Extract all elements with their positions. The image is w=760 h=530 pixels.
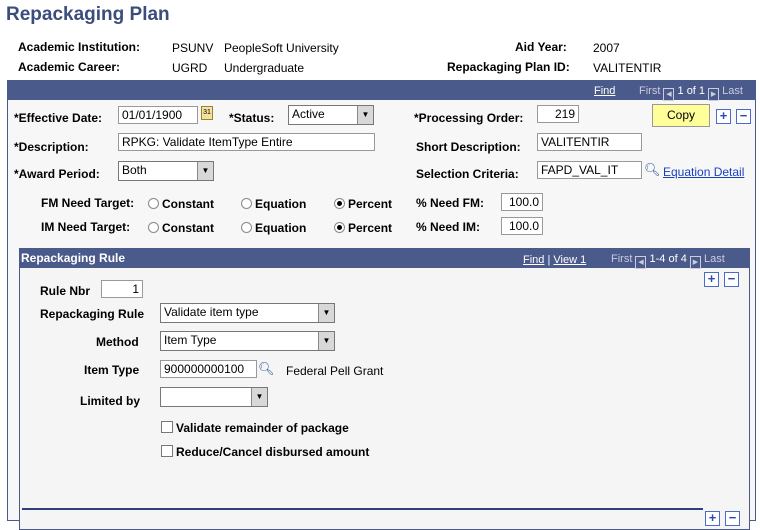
next-icon[interactable]: ▶ bbox=[689, 256, 701, 269]
career-label: Academic Career: bbox=[18, 60, 121, 74]
first-label: First bbox=[639, 85, 661, 97]
career-code: UGRD bbox=[172, 61, 208, 75]
pct-fm-label: % Need FM: bbox=[416, 196, 485, 210]
rule-section-title: Repackaging Rule bbox=[21, 251, 126, 265]
sel-criteria-label: Selection Criteria: bbox=[416, 167, 519, 181]
item-type-label: Item Type bbox=[84, 363, 140, 377]
inst-name: PeopleSoft University bbox=[224, 41, 339, 55]
chevron-down-icon: ▼ bbox=[197, 162, 213, 180]
method-select[interactable]: Item Type ▼ bbox=[160, 331, 335, 351]
im-need-label: IM Need Target: bbox=[41, 220, 131, 234]
limited-by-label: Limited by bbox=[80, 394, 141, 408]
item-type-desc: Federal Pell Grant bbox=[286, 364, 384, 378]
award-value: Both bbox=[122, 163, 147, 177]
nav-first[interactable]: First ◀ 1 of 1 ▶ Last bbox=[639, 85, 743, 101]
find-link[interactable]: Find bbox=[594, 85, 615, 97]
pct-im-label: % Need IM: bbox=[416, 220, 481, 234]
rule-select[interactable]: Validate item type ▼ bbox=[160, 303, 335, 323]
short-desc-label: Short Description: bbox=[416, 140, 521, 154]
plan-id-label: Repackaging Plan ID: bbox=[447, 60, 570, 74]
chevron-down-icon: ▼ bbox=[318, 304, 334, 322]
page-title: Repackaging Plan bbox=[6, 4, 170, 25]
eff-date-label: *Effective Date: bbox=[14, 111, 103, 125]
award-period-label: *Award Period: bbox=[14, 167, 100, 181]
add-row-icon[interactable]: + bbox=[716, 109, 731, 124]
method-label: Method bbox=[96, 335, 139, 349]
rule-value: Validate item type bbox=[164, 305, 259, 319]
chevron-down-icon: ▼ bbox=[357, 106, 373, 124]
rule-row-count: 1-4 of 4 bbox=[649, 253, 687, 265]
plan-id: VALITENTIR bbox=[593, 61, 662, 75]
validate-remainder-checkbox[interactable] bbox=[161, 421, 173, 433]
chevron-down-icon: ▼ bbox=[251, 388, 267, 406]
inst-label: Academic Institution: bbox=[18, 40, 141, 54]
fm-percent-radio[interactable]: Percent bbox=[334, 197, 392, 211]
calendar-icon[interactable]: 31 bbox=[201, 106, 213, 120]
delete-row-icon[interactable]: − bbox=[736, 109, 751, 124]
add-rule-icon[interactable]: + bbox=[704, 272, 719, 287]
pct-im-input[interactable]: 100.0 bbox=[501, 217, 543, 235]
copy-button[interactable]: Copy bbox=[652, 104, 710, 127]
proc-order-input[interactable]: 219 bbox=[537, 105, 579, 123]
add-row-icon[interactable]: + bbox=[705, 511, 720, 526]
divider bbox=[22, 508, 703, 510]
rule-find-link[interactable]: Find bbox=[523, 254, 544, 266]
fm-constant-radio[interactable]: Constant bbox=[148, 197, 214, 211]
next-icon[interactable]: ▶ bbox=[708, 88, 720, 101]
status-value: Active bbox=[292, 107, 325, 121]
im-constant-radio[interactable]: Constant bbox=[148, 221, 214, 235]
rule-nbr-label: Rule Nbr bbox=[40, 284, 91, 298]
last-label: Last bbox=[722, 85, 743, 97]
status-select[interactable]: Active ▼ bbox=[288, 105, 374, 125]
inst-code: PSUNV bbox=[172, 41, 214, 55]
validate-remainder-label: Validate remainder of package bbox=[176, 421, 349, 435]
plan-nav-bar: Find First ◀ 1 of 1 ▶ Last bbox=[7, 80, 756, 101]
award-period-select[interactable]: Both ▼ bbox=[118, 161, 214, 181]
reduce-cancel-checkbox[interactable] bbox=[161, 445, 173, 457]
sel-criteria-input[interactable]: FAPD_VAL_IT bbox=[537, 161, 642, 179]
delete-row-icon[interactable]: − bbox=[725, 511, 740, 526]
career-name: Undergraduate bbox=[224, 61, 305, 75]
status-label: *Status: bbox=[229, 111, 275, 125]
limited-by-select[interactable]: ▼ bbox=[160, 387, 268, 407]
im-percent-radio[interactable]: Percent bbox=[334, 221, 392, 235]
delete-rule-icon[interactable]: − bbox=[724, 272, 739, 287]
reduce-cancel-label: Reduce/Cancel disbursed amount bbox=[176, 445, 370, 459]
aid-year-label: Aid Year: bbox=[515, 40, 567, 54]
fm-need-label: FM Need Target: bbox=[41, 196, 135, 210]
proc-order-label: *Processing Order: bbox=[414, 111, 524, 125]
desc-input[interactable]: RPKG: Validate ItemType Entire bbox=[118, 133, 375, 151]
desc-label: *Description: bbox=[14, 140, 89, 154]
rule-nbr-input[interactable]: 1 bbox=[101, 280, 143, 298]
rule-last[interactable]: Last bbox=[704, 253, 725, 265]
prev-icon[interactable]: ◀ bbox=[663, 88, 675, 101]
fm-equation-radio[interactable]: Equation bbox=[241, 197, 306, 211]
prev-icon[interactable]: ◀ bbox=[635, 256, 647, 269]
equation-detail-link[interactable]: Equation Detail bbox=[663, 165, 744, 179]
rule-first[interactable]: First bbox=[611, 253, 632, 265]
view-link[interactable]: View 1 bbox=[553, 254, 586, 266]
eff-date-input[interactable]: 01/01/1900 bbox=[118, 106, 198, 124]
aid-year: 2007 bbox=[593, 41, 620, 55]
pct-fm-input[interactable]: 100.0 bbox=[501, 193, 543, 211]
search-icon[interactable]: 🔍︎ bbox=[644, 162, 661, 178]
chevron-down-icon: ▼ bbox=[318, 332, 334, 350]
rule-label: Repackaging Rule bbox=[40, 307, 145, 321]
rule-nav-bar: Repackaging Rule Find | View 1 First ◀ 1… bbox=[19, 248, 750, 269]
im-equation-radio[interactable]: Equation bbox=[241, 221, 306, 235]
row-count: 1 of 1 bbox=[677, 85, 706, 97]
item-type-input[interactable]: 900000000100 bbox=[160, 360, 257, 378]
method-value: Item Type bbox=[164, 333, 217, 347]
short-desc-input[interactable]: VALITENTIR bbox=[537, 133, 642, 151]
search-icon[interactable]: 🔍︎ bbox=[258, 361, 275, 377]
